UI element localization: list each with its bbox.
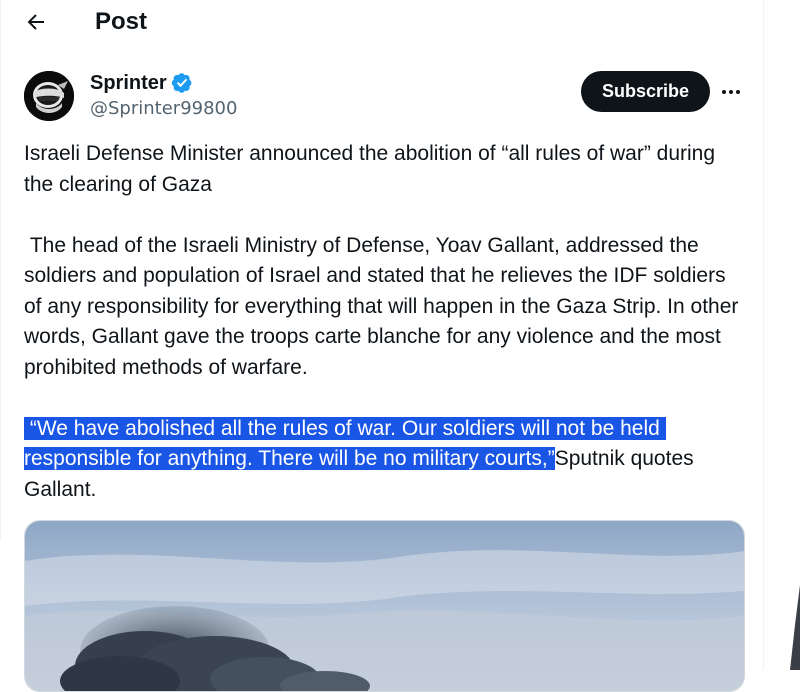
tweet-paragraph: The head of the Israeli Ministry of Defe… [24, 233, 745, 379]
back-button[interactable] [16, 4, 56, 40]
page-title: Post [95, 8, 148, 35]
author-handle[interactable]: @Sprinter99800 [90, 97, 237, 121]
subscribe-button[interactable]: Subscribe [581, 71, 710, 112]
tweet-media-image[interactable] [24, 520, 745, 692]
display-name[interactable]: Sprinter [90, 70, 167, 96]
column-divider [0, 0, 1, 540]
tweet-paragraph: Israeli Defense Minister announced the a… [24, 142, 721, 196]
more-options-button[interactable] [716, 78, 746, 106]
tweet-text: Israeli Defense Minister announced the a… [24, 139, 744, 505]
smoke-photo [25, 521, 744, 691]
more-horizontal-icon [722, 90, 740, 94]
author-name-row[interactable]: Sprinter [90, 70, 193, 96]
scrollbar-edge [790, 585, 800, 670]
avatar[interactable] [24, 71, 74, 121]
post-column: Post Sprinter @Sprinter99800 Subscribe I… [0, 0, 800, 692]
tweet-paragraph: “We have abolished all the rules of war.… [24, 414, 744, 506]
verified-badge-icon[interactable] [171, 72, 193, 94]
avatar-image [24, 71, 74, 121]
arrow-left-icon [27, 14, 44, 30]
